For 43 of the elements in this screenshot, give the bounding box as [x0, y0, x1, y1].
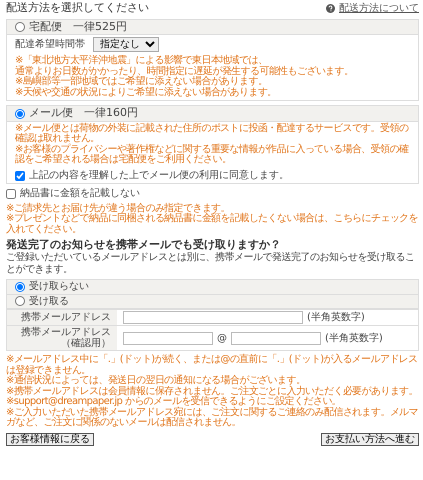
note-text: ※プレゼントなどで納品に同梱される納品書に金額を記載したくない場合は、こちらにチェックを入れてください。	[6, 214, 419, 236]
hint-text: (半角英数字)	[325, 332, 383, 344]
time-select[interactable]: 指定なし	[93, 37, 159, 52]
radio-option[interactable]: 宅配便 一律525円	[7, 20, 418, 36]
field-label: （確認用）	[60, 338, 111, 350]
at-sign: @	[217, 332, 227, 344]
help-icon	[326, 4, 335, 13]
section-title: 配送方法を選択してください	[6, 2, 149, 15]
checkbox[interactable]	[15, 170, 25, 181]
note-text: ※携帯メールアドレスは会員情報に保存されません。ご注文ごとに入力いただく必要があります。	[6, 386, 419, 397]
checkbox[interactable]	[6, 189, 16, 200]
note-text: ※support@dreampaper.jp からのメールを受信できるようにご設定ください。	[6, 397, 342, 408]
note-text: ※島嶼部等一部地域ではご希望に添えない場合があります。	[15, 77, 268, 88]
note-text: ※通信状況によっては、発送日の翌日の通知になる場合がございます。	[6, 376, 306, 386]
field-label: 携帯メールアドレス	[20, 327, 111, 338]
help-link[interactable]: 配送方法について	[339, 2, 419, 14]
section-heading: 発送完了のお知らせを携帯メールでも受け取りますか？	[6, 239, 282, 252]
note-text: ※天候や交通の状況によりご希望に添えない場合があります。	[15, 88, 278, 98]
note-text: ※「東北地方太平洋沖地震」による影響で東日本地域では、	[15, 56, 268, 66]
field-label: 配達希望時間帯	[15, 39, 85, 51]
agreement-checkbox[interactable]: 上記の内容を理解した上でメール便の利用に同意します。	[15, 170, 410, 182]
radio-option[interactable]: 受け取る	[7, 294, 418, 310]
email-field[interactable]	[123, 311, 303, 324]
nav-button[interactable]: お支払い方法へ進む	[321, 432, 419, 446]
radio-button[interactable]	[15, 296, 25, 306]
field-label: 携帯メールアドレス	[20, 312, 111, 324]
note-text: ※メール便とは荷物の外装に記載された住所のポストに投函・配達するサービスです。受領の確認は取れません。	[15, 124, 410, 144]
radio-option[interactable]: メール便 一律160円	[7, 106, 418, 122]
note-text: ※お客様のプライバシーや著作権などに関する重要な情報が作品に入っている場合、受領の確認をご希望される場合は宅配便をご利用ください。	[15, 144, 410, 166]
note-text: ※メールアドレス中に「.」(ドット)が続く、または@の直前に「.」(ドット)が入るメールアドレスは登録できません。	[6, 355, 419, 376]
note-text: 通常よりお日数がかかったり、時間指定に遅延が発生する可能性もございます。	[15, 66, 354, 77]
radio-button[interactable]	[15, 282, 25, 292]
email-field[interactable]	[231, 332, 321, 345]
email-field[interactable]	[123, 332, 213, 345]
nav-button[interactable]: お客様情報に戻る	[6, 432, 94, 446]
note-text: ※ご入力いただいた携帯メールアドレス宛には、ご注文に関するご連絡のみ配信されます。メルマガなど、ご注文に関係のないメールは配信されません。	[6, 408, 419, 429]
hint-text: (半角英数字)	[307, 312, 365, 324]
radio-button[interactable]	[15, 108, 25, 119]
radio-option[interactable]: 受け取らない	[7, 280, 418, 295]
description-text: ご登録いただいているメールアドレスとは別に、携帯メールで発送完了のお知らせを受け取ることができます。	[6, 252, 416, 276]
invoice-checkbox[interactable]: 納品書に金額を記載しない	[6, 188, 419, 200]
radio-button[interactable]	[15, 22, 25, 32]
note-text: ※ご請求先とお届け先が違う場合のみ指定できます。	[6, 204, 230, 214]
